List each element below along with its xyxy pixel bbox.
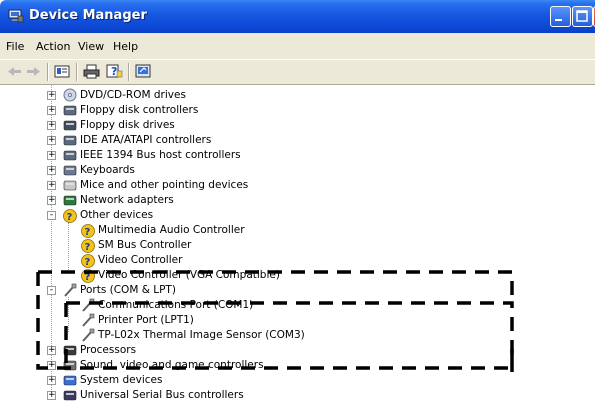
dashed-highlight-overlay <box>36 270 514 372</box>
